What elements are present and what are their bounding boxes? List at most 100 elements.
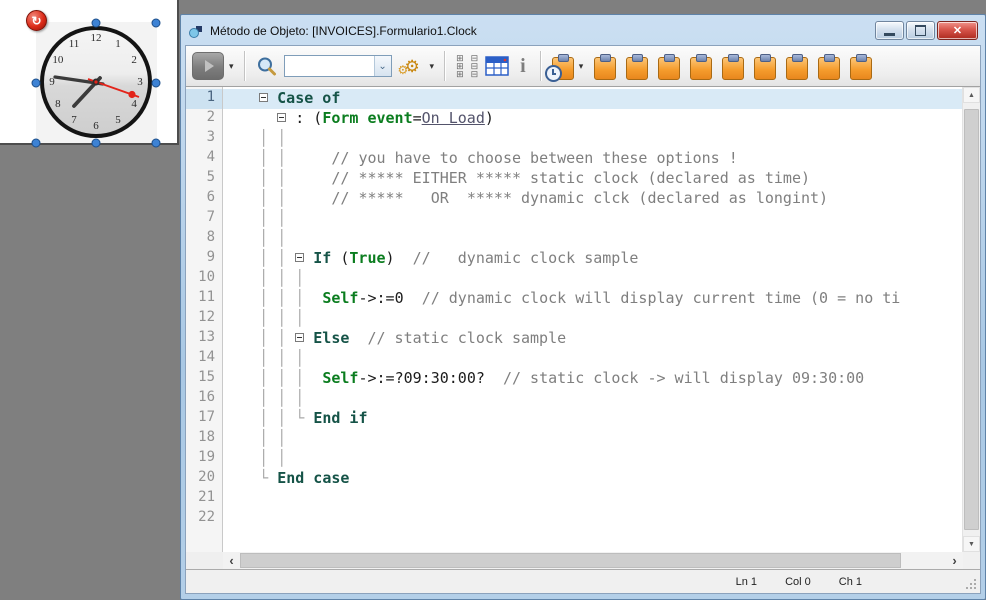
- code-line[interactable]: │ │: [223, 429, 962, 449]
- selection-handle-bottom-right[interactable]: [152, 139, 161, 148]
- form-window-button[interactable]: [485, 56, 509, 76]
- clipboard-button[interactable]: [786, 54, 808, 80]
- scroll-up-button[interactable]: ▲: [963, 87, 980, 103]
- code-line[interactable]: │ │ │ Self->:=0 // dynamic clock will di…: [223, 289, 962, 309]
- search-input[interactable]: [285, 56, 374, 76]
- gutter-line-number[interactable]: 1: [186, 89, 222, 109]
- gutter-line-number[interactable]: 7: [186, 209, 222, 229]
- code-line[interactable]: │ │: [223, 229, 962, 249]
- gutter-line-number[interactable]: 3: [186, 129, 222, 149]
- selection-handle-bottom-center[interactable]: [92, 139, 101, 148]
- code-line[interactable]: Case of: [223, 89, 962, 109]
- code-line[interactable]: │ │ └ End if: [223, 409, 962, 429]
- gutter-line-number[interactable]: 21: [186, 489, 222, 509]
- gutter-line-number[interactable]: 16: [186, 389, 222, 409]
- code-line[interactable]: └ End case: [223, 469, 962, 489]
- search-icon[interactable]: [256, 56, 277, 77]
- title-bar[interactable]: Método de Objeto: [INVOICES].Formulario1…: [185, 16, 981, 45]
- gutter-line-number[interactable]: 4: [186, 149, 222, 169]
- code-line[interactable]: │ │ │: [223, 269, 962, 289]
- clipboard-button[interactable]: [690, 54, 712, 80]
- gutter-line-number[interactable]: 20: [186, 469, 222, 489]
- clock-numeral: 8: [55, 98, 61, 110]
- gutter-line-number[interactable]: 14: [186, 349, 222, 369]
- gutter-line-number[interactable]: 22: [186, 509, 222, 529]
- selection-handle-mid-left[interactable]: [32, 79, 41, 88]
- gutter-line-number[interactable]: 6: [186, 189, 222, 209]
- gutter-line-number[interactable]: 18: [186, 429, 222, 449]
- run-dropdown-icon[interactable]: ▾: [229, 61, 234, 72]
- fold-marker-icon[interactable]: [295, 253, 304, 262]
- selection-handle-mid-right[interactable]: [152, 79, 161, 88]
- code-token: ): [485, 109, 494, 127]
- code-line[interactable]: [223, 489, 962, 509]
- code-line[interactable]: │ │ │: [223, 349, 962, 369]
- gutter-line-number[interactable]: 12: [186, 309, 222, 329]
- fold-marker-icon[interactable]: [295, 333, 304, 342]
- combo-chevron-icon[interactable]: ⌄: [374, 56, 391, 76]
- selection-handle-bottom-left[interactable]: [32, 139, 41, 148]
- code-line[interactable]: │ │: [223, 449, 962, 469]
- horizontal-scroll-thumb[interactable]: [240, 553, 901, 568]
- gutter-line-number[interactable]: 15: [186, 369, 222, 389]
- code-line[interactable]: │ │: [223, 209, 962, 229]
- clipboard-button[interactable]: [626, 54, 648, 80]
- maximize-button[interactable]: [906, 21, 935, 40]
- code-line[interactable]: │ │ // you have to choose between these …: [223, 149, 962, 169]
- info-button[interactable]: i: [516, 55, 530, 78]
- clipboard-button[interactable]: [818, 54, 840, 80]
- resize-grip[interactable]: [964, 577, 976, 589]
- gutter-line-number[interactable]: 13: [186, 329, 222, 349]
- scroll-down-button[interactable]: ▼: [963, 536, 980, 552]
- clipboard-button[interactable]: [658, 54, 680, 80]
- clipboard-history-button[interactable]: [552, 54, 574, 80]
- selection-handle-top-right[interactable]: [152, 19, 161, 28]
- macros-dropdown-icon[interactable]: ▾: [430, 61, 435, 72]
- clipboard-button[interactable]: [754, 54, 776, 80]
- code-line[interactable]: │ │ │: [223, 389, 962, 409]
- gutter-line-number[interactable]: 9: [186, 249, 222, 269]
- gutter-line-number[interactable]: 2: [186, 109, 222, 129]
- code-token-com: // ***** OR ***** dynamic clck (declared…: [331, 189, 828, 207]
- code-line[interactable]: │ │ │ Self->:=?09:30:00? // static clock…: [223, 369, 962, 389]
- clipboard-dropdown-icon[interactable]: ▾: [579, 61, 584, 72]
- scroll-right-button[interactable]: ›: [946, 552, 963, 569]
- search-combobox[interactable]: ⌄: [284, 55, 392, 77]
- gutter-line-number[interactable]: 19: [186, 449, 222, 469]
- code-line[interactable]: [223, 509, 962, 529]
- gutter-line-number[interactable]: 8: [186, 229, 222, 249]
- code-line[interactable]: │ │ // ***** OR ***** dynamic clck (decl…: [223, 189, 962, 209]
- fold-marker-icon[interactable]: [277, 113, 286, 122]
- code-line[interactable]: │ │ │: [223, 309, 962, 329]
- code-token-tree: │: [277, 189, 286, 207]
- minimize-button[interactable]: [875, 21, 904, 40]
- gutter-line-number[interactable]: 11: [186, 289, 222, 309]
- horizontal-scrollbar[interactable]: ‹ ›: [223, 552, 963, 569]
- clipboard-button[interactable]: [850, 54, 872, 80]
- code-lines[interactable]: Case of : (Form event=On Load) │ │ │ │ /…: [223, 87, 962, 552]
- gutter-line-number[interactable]: 5: [186, 169, 222, 189]
- macros-button[interactable]: ⚙ ⚙: [399, 53, 425, 79]
- vertical-scrollbar[interactable]: ▲ ▼: [962, 87, 980, 552]
- close-button[interactable]: ✕: [937, 21, 978, 40]
- vertical-scroll-thumb[interactable]: [964, 109, 979, 530]
- clipboard-button[interactable]: [594, 54, 616, 80]
- object-method-badge-icon[interactable]: ↻: [26, 10, 47, 31]
- gutter-line-number[interactable]: 17: [186, 409, 222, 429]
- selection-handle-top-center[interactable]: [92, 19, 101, 28]
- code-line[interactable]: │ │ Else // static clock sample: [223, 329, 962, 349]
- collapse-all-button[interactable]: ⊟ ⊟ ⊟: [471, 55, 479, 78]
- fold-marker-icon[interactable]: [259, 93, 268, 102]
- expand-all-button[interactable]: ⊞ ⊞ ⊞: [456, 55, 464, 78]
- scrollbar-corner: [963, 552, 980, 569]
- code-line[interactable]: │ │: [223, 129, 962, 149]
- gutter-line-number[interactable]: 10: [186, 269, 222, 289]
- code-line[interactable]: │ │ // ***** EITHER ***** static clock (…: [223, 169, 962, 189]
- clipboard-button[interactable]: [722, 54, 744, 80]
- scroll-left-button[interactable]: ‹: [223, 552, 240, 569]
- code-token-tree: │: [277, 249, 286, 267]
- run-method-button[interactable]: [192, 52, 224, 80]
- code-line[interactable]: │ │ If (True) // dynamic clock sample: [223, 249, 962, 269]
- code-line[interactable]: : (Form event=On Load): [223, 109, 962, 129]
- code-token-tree: │: [259, 349, 268, 367]
